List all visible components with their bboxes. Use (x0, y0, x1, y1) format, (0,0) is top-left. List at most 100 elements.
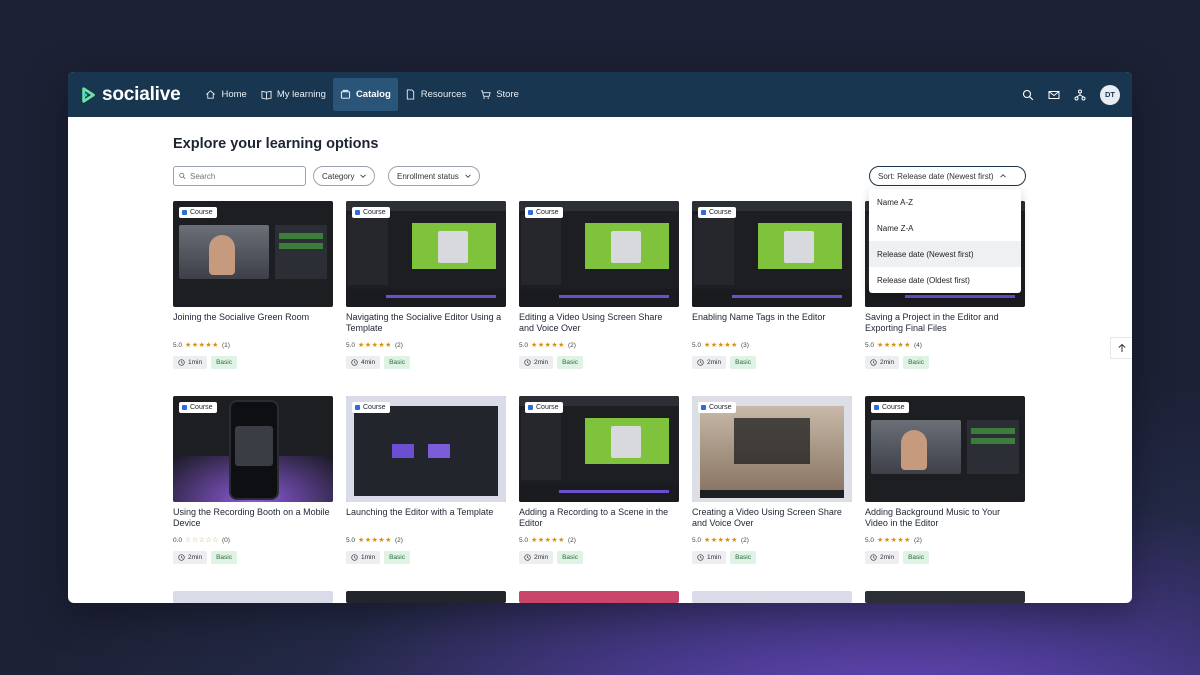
course-thumbnail[interactable]: Course (865, 396, 1025, 502)
nav-my-learning-label: My learning (276, 89, 326, 100)
star-rating-icon: ★★★★★ (704, 342, 738, 349)
search-field[interactable] (173, 166, 306, 186)
brand-name: socialive (102, 83, 181, 105)
nav-resources[interactable]: Resources (398, 72, 473, 117)
course-thumbnail[interactable]: Course (692, 396, 852, 502)
course-thumbnail[interactable]: Course (346, 201, 506, 307)
nav-home[interactable]: Home (198, 72, 253, 117)
rating-value: 5.0 (519, 341, 529, 349)
course-card[interactable]: Course Adding a Recording to a Scene in t… (519, 396, 679, 564)
enrollment-filter[interactable]: Enrollment status (388, 166, 480, 186)
course-title[interactable]: Adding a Recording to a Scene in the Edi… (519, 507, 679, 528)
course-type-icon (355, 210, 360, 215)
course-card[interactable]: Course Creating a Video Using Screen Shar… (692, 396, 852, 564)
course-rating: 5.0 ★★★★★ (1) (173, 341, 333, 350)
socialive-logo[interactable]: socialive (80, 83, 181, 106)
course-type-icon (701, 210, 706, 215)
rating-count: (2) (394, 341, 403, 349)
star-rating-icon: ★★★★★ (531, 342, 565, 349)
course-title[interactable]: Creating a Video Using Screen Share and … (692, 507, 852, 528)
sort-option-newest[interactable]: Release date (Newest first) (869, 241, 1021, 267)
nav-my-learning[interactable]: My learning (254, 72, 333, 117)
course-rating: 5.0 ★★★★★ (2) (519, 341, 679, 350)
clock-icon (524, 554, 531, 561)
clock-icon (697, 554, 704, 561)
course-tags: 2min Basic (865, 356, 1025, 369)
nav-home-label: Home (221, 89, 247, 100)
course-thumbnail[interactable]: Course (519, 201, 679, 307)
course-thumbnail[interactable] (173, 591, 333, 603)
course-thumbnail[interactable] (865, 591, 1025, 603)
search-input[interactable] (190, 171, 300, 181)
star-rating-icon: ★★★★★ (358, 537, 392, 544)
sort-option-oldest[interactable]: Release date (Oldest first) (869, 267, 1021, 293)
course-type-label: Course (536, 404, 559, 411)
course-type-badge: Course (179, 402, 217, 413)
course-thumbnail[interactable]: Course (173, 396, 333, 502)
page-title: Explore your learning options (173, 136, 379, 152)
mail-icon[interactable] (1048, 89, 1060, 101)
course-title[interactable]: Enabling Name Tags in the Editor (692, 312, 852, 333)
course-rating: 5.0 ★★★★★ (4) (865, 341, 1025, 350)
course-type-label: Course (709, 209, 732, 216)
star-rating-icon: ★★★★★ (877, 537, 911, 544)
sort-dropdown[interactable]: Sort: Release date (Newest first) (869, 166, 1026, 186)
course-title[interactable]: Launching the Editor with a Template (346, 507, 506, 528)
star-rating-icon: ★★★★★ (877, 342, 911, 349)
course-card[interactable]: Course Joining the Socialive Green Room 5.… (173, 201, 333, 369)
sort-option-name-za[interactable]: Name Z-A (869, 215, 1021, 241)
level-tag: Basic (557, 356, 583, 369)
course-title[interactable]: Navigating the Socialive Editor Using a … (346, 312, 506, 333)
course-title[interactable]: Joining the Socialive Green Room (173, 312, 333, 333)
topbar-actions: DT (1022, 84, 1120, 105)
duration-tag: 4min (346, 356, 381, 369)
course-thumbnail[interactable]: Course (173, 201, 333, 307)
level-tag: Basic (903, 551, 929, 564)
course-type-badge: Course (698, 402, 736, 413)
course-type-badge: Course (871, 402, 909, 413)
course-type-icon (701, 405, 706, 410)
course-type-label: Course (363, 209, 386, 216)
search-icon[interactable] (1022, 89, 1034, 101)
course-title[interactable]: Using the Recording Booth on a Mobile De… (173, 507, 333, 528)
course-title[interactable]: Adding Background Music to Your Video in… (865, 507, 1025, 528)
course-thumbnail[interactable] (692, 591, 852, 603)
level-tag: Basic (384, 356, 410, 369)
course-thumbnail[interactable]: Course (692, 201, 852, 307)
course-title[interactable]: Saving a Project in the Editor and Expor… (865, 312, 1025, 333)
duration-tag: 2min (173, 551, 208, 564)
course-title[interactable]: Editing a Video Using Screen Share and V… (519, 312, 679, 333)
course-type-label: Course (190, 209, 213, 216)
level-tag: Basic (384, 551, 410, 564)
sort-option-name-az[interactable]: Name A-Z (869, 189, 1021, 215)
course-thumbnail[interactable] (519, 591, 679, 603)
duration-label: 1min (361, 554, 376, 561)
course-card[interactable]: Course Adding Background Music to Your Vi… (865, 396, 1025, 564)
course-card[interactable]: Course Editing a Video Using Screen Share… (519, 201, 679, 369)
course-card[interactable]: Course Navigating the Socialive Editor Us… (346, 201, 506, 369)
course-thumbnail[interactable] (346, 591, 506, 603)
course-rating: 5.0 ★★★★★ (2) (346, 341, 506, 350)
duration-label: 1min (188, 359, 203, 366)
avatar[interactable]: DT (1100, 84, 1120, 105)
course-type-label: Course (363, 404, 386, 411)
course-thumbnail[interactable]: Course (519, 396, 679, 502)
nav-catalog[interactable]: Catalog (332, 78, 398, 111)
clock-icon (351, 359, 358, 366)
category-filter[interactable]: Category (313, 166, 376, 186)
nav-catalog-label: Catalog (355, 89, 391, 100)
rating-count: (4) (913, 341, 922, 349)
nav-store[interactable]: Store (473, 72, 526, 117)
course-card[interactable]: Course Using the Recording Booth on a Mob… (173, 396, 333, 564)
course-card[interactable]: Course Launching the Editor with a Templa… (346, 396, 506, 564)
course-thumbnail[interactable]: Course (346, 396, 506, 502)
rating-count: (3) (740, 341, 749, 349)
course-type-badge: Course (525, 207, 563, 218)
course-card[interactable]: Course Enabling Name Tags in the Editor 5.… (692, 201, 852, 369)
enrollment-filter-label: Enrollment status (397, 171, 459, 181)
scroll-to-top-button[interactable] (1110, 337, 1132, 359)
clock-icon (524, 359, 531, 366)
chevron-up-icon (999, 174, 1006, 178)
clock-icon (870, 359, 877, 366)
org-chart-icon[interactable] (1074, 89, 1086, 101)
